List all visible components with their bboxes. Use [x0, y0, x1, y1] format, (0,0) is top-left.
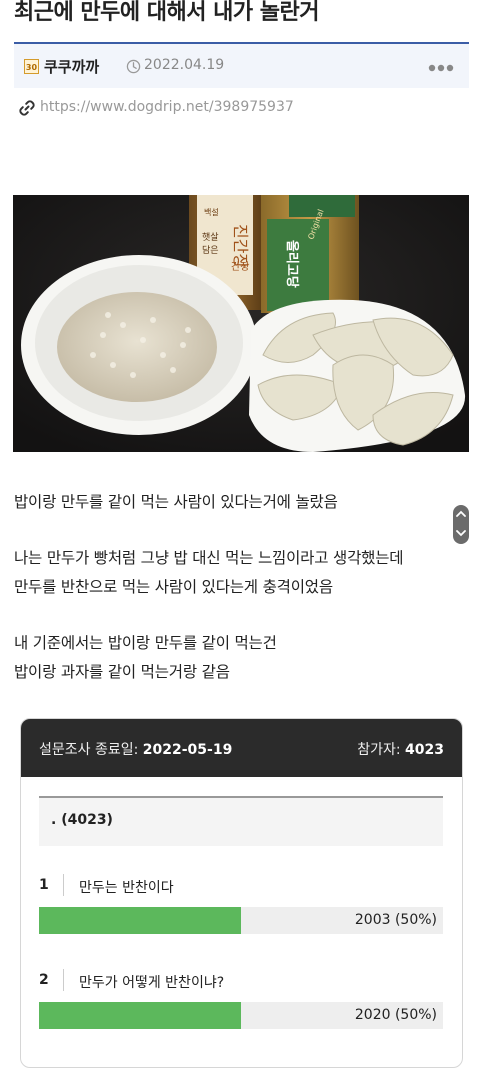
post-title: 최근에 만두에 대해서 내가 놀란거	[14, 0, 320, 25]
link-icon	[19, 100, 35, 116]
author-name[interactable]: 쿠쿠까까	[44, 56, 99, 77]
chevron-up-icon	[456, 510, 466, 517]
more-options-icon[interactable]	[428, 64, 454, 72]
clock-icon	[126, 59, 141, 74]
post-date: 2022.04.19	[144, 57, 225, 73]
chevron-down-icon	[456, 530, 466, 537]
poll-option-label[interactable]: 만두는 반찬이다	[79, 877, 174, 897]
poll-option-number: 1	[39, 877, 49, 893]
bottle-label-text: 담은	[202, 244, 219, 256]
poll-end-date-label: 설문조사 종료일:	[39, 742, 143, 758]
post-body-line: 밥이랑 과자를 같이 먹는거랑 같음	[14, 663, 230, 681]
dumpling-rice-photo: 백설 햇살 담은 진간장 간장 Original 올리고당	[13, 195, 469, 452]
poll-result-bar: 2003 (50%)	[39, 907, 443, 934]
poll-end-date-value: 2022-05-19	[142, 742, 233, 758]
poll-option-label[interactable]: 만두가 어떻게 반찬이냐?	[79, 972, 224, 992]
post-meta-bar: 30 쿠쿠까까 2022.04.19	[14, 44, 469, 88]
poll-result-text: 2020 (50%)	[354, 1007, 437, 1023]
bottle-label-text: 햇살	[202, 231, 219, 243]
author-level-icon: 30	[24, 59, 39, 74]
poll-widget: 설문조사 종료일: 2022-05-19 참가자: 4023 . (4023) …	[20, 718, 463, 1068]
poll-result-text: 2003 (50%)	[354, 912, 437, 928]
poll-participants-value: 4023	[405, 742, 444, 758]
post-body-line: 내 기준에서는 밥이랑 만두를 같이 먹는건	[14, 634, 277, 652]
poll-question-box: . (4023)	[39, 796, 443, 846]
poll-option-divider	[63, 969, 64, 991]
post-body-line: 밥이랑 만두를 같이 먹는 사람이 있다는거에 놀랐음	[14, 493, 338, 511]
poll-option-divider	[63, 874, 64, 896]
poll-result-bar: 2020 (50%)	[39, 1002, 443, 1029]
poll-participants: 참가자: 4023	[357, 739, 444, 759]
post-body-line: 만두를 반찬으로 먹는 사람이 있다는게 충격이었음	[14, 578, 333, 596]
poll-header: 설문조사 종료일: 2022-05-19 참가자: 4023	[21, 719, 462, 777]
poll-result-bar-fill	[39, 1002, 241, 1029]
post-photo: 백설 햇살 담은 진간장 간장 Original 올리고당	[13, 195, 469, 452]
bottle-label-text: 간장	[231, 261, 249, 273]
poll-question: . (4023)	[51, 812, 113, 828]
scroll-button[interactable]	[453, 505, 469, 544]
bottle-label-text: 올리고당	[284, 240, 300, 288]
poll-result-bar-fill	[39, 907, 241, 934]
bottle-label-text: 백설	[204, 207, 219, 217]
post-body-line: 나는 만두가 빵처럼 그냥 밥 대신 먹는 느낌이라고 생각했는데	[14, 549, 404, 567]
poll-option-number: 2	[39, 972, 49, 988]
poll-end-date: 설문조사 종료일: 2022-05-19	[39, 739, 232, 759]
poll-participants-label: 참가자:	[357, 742, 406, 758]
post-url-link[interactable]: https://www.dogdrip.net/398975937	[40, 99, 294, 115]
